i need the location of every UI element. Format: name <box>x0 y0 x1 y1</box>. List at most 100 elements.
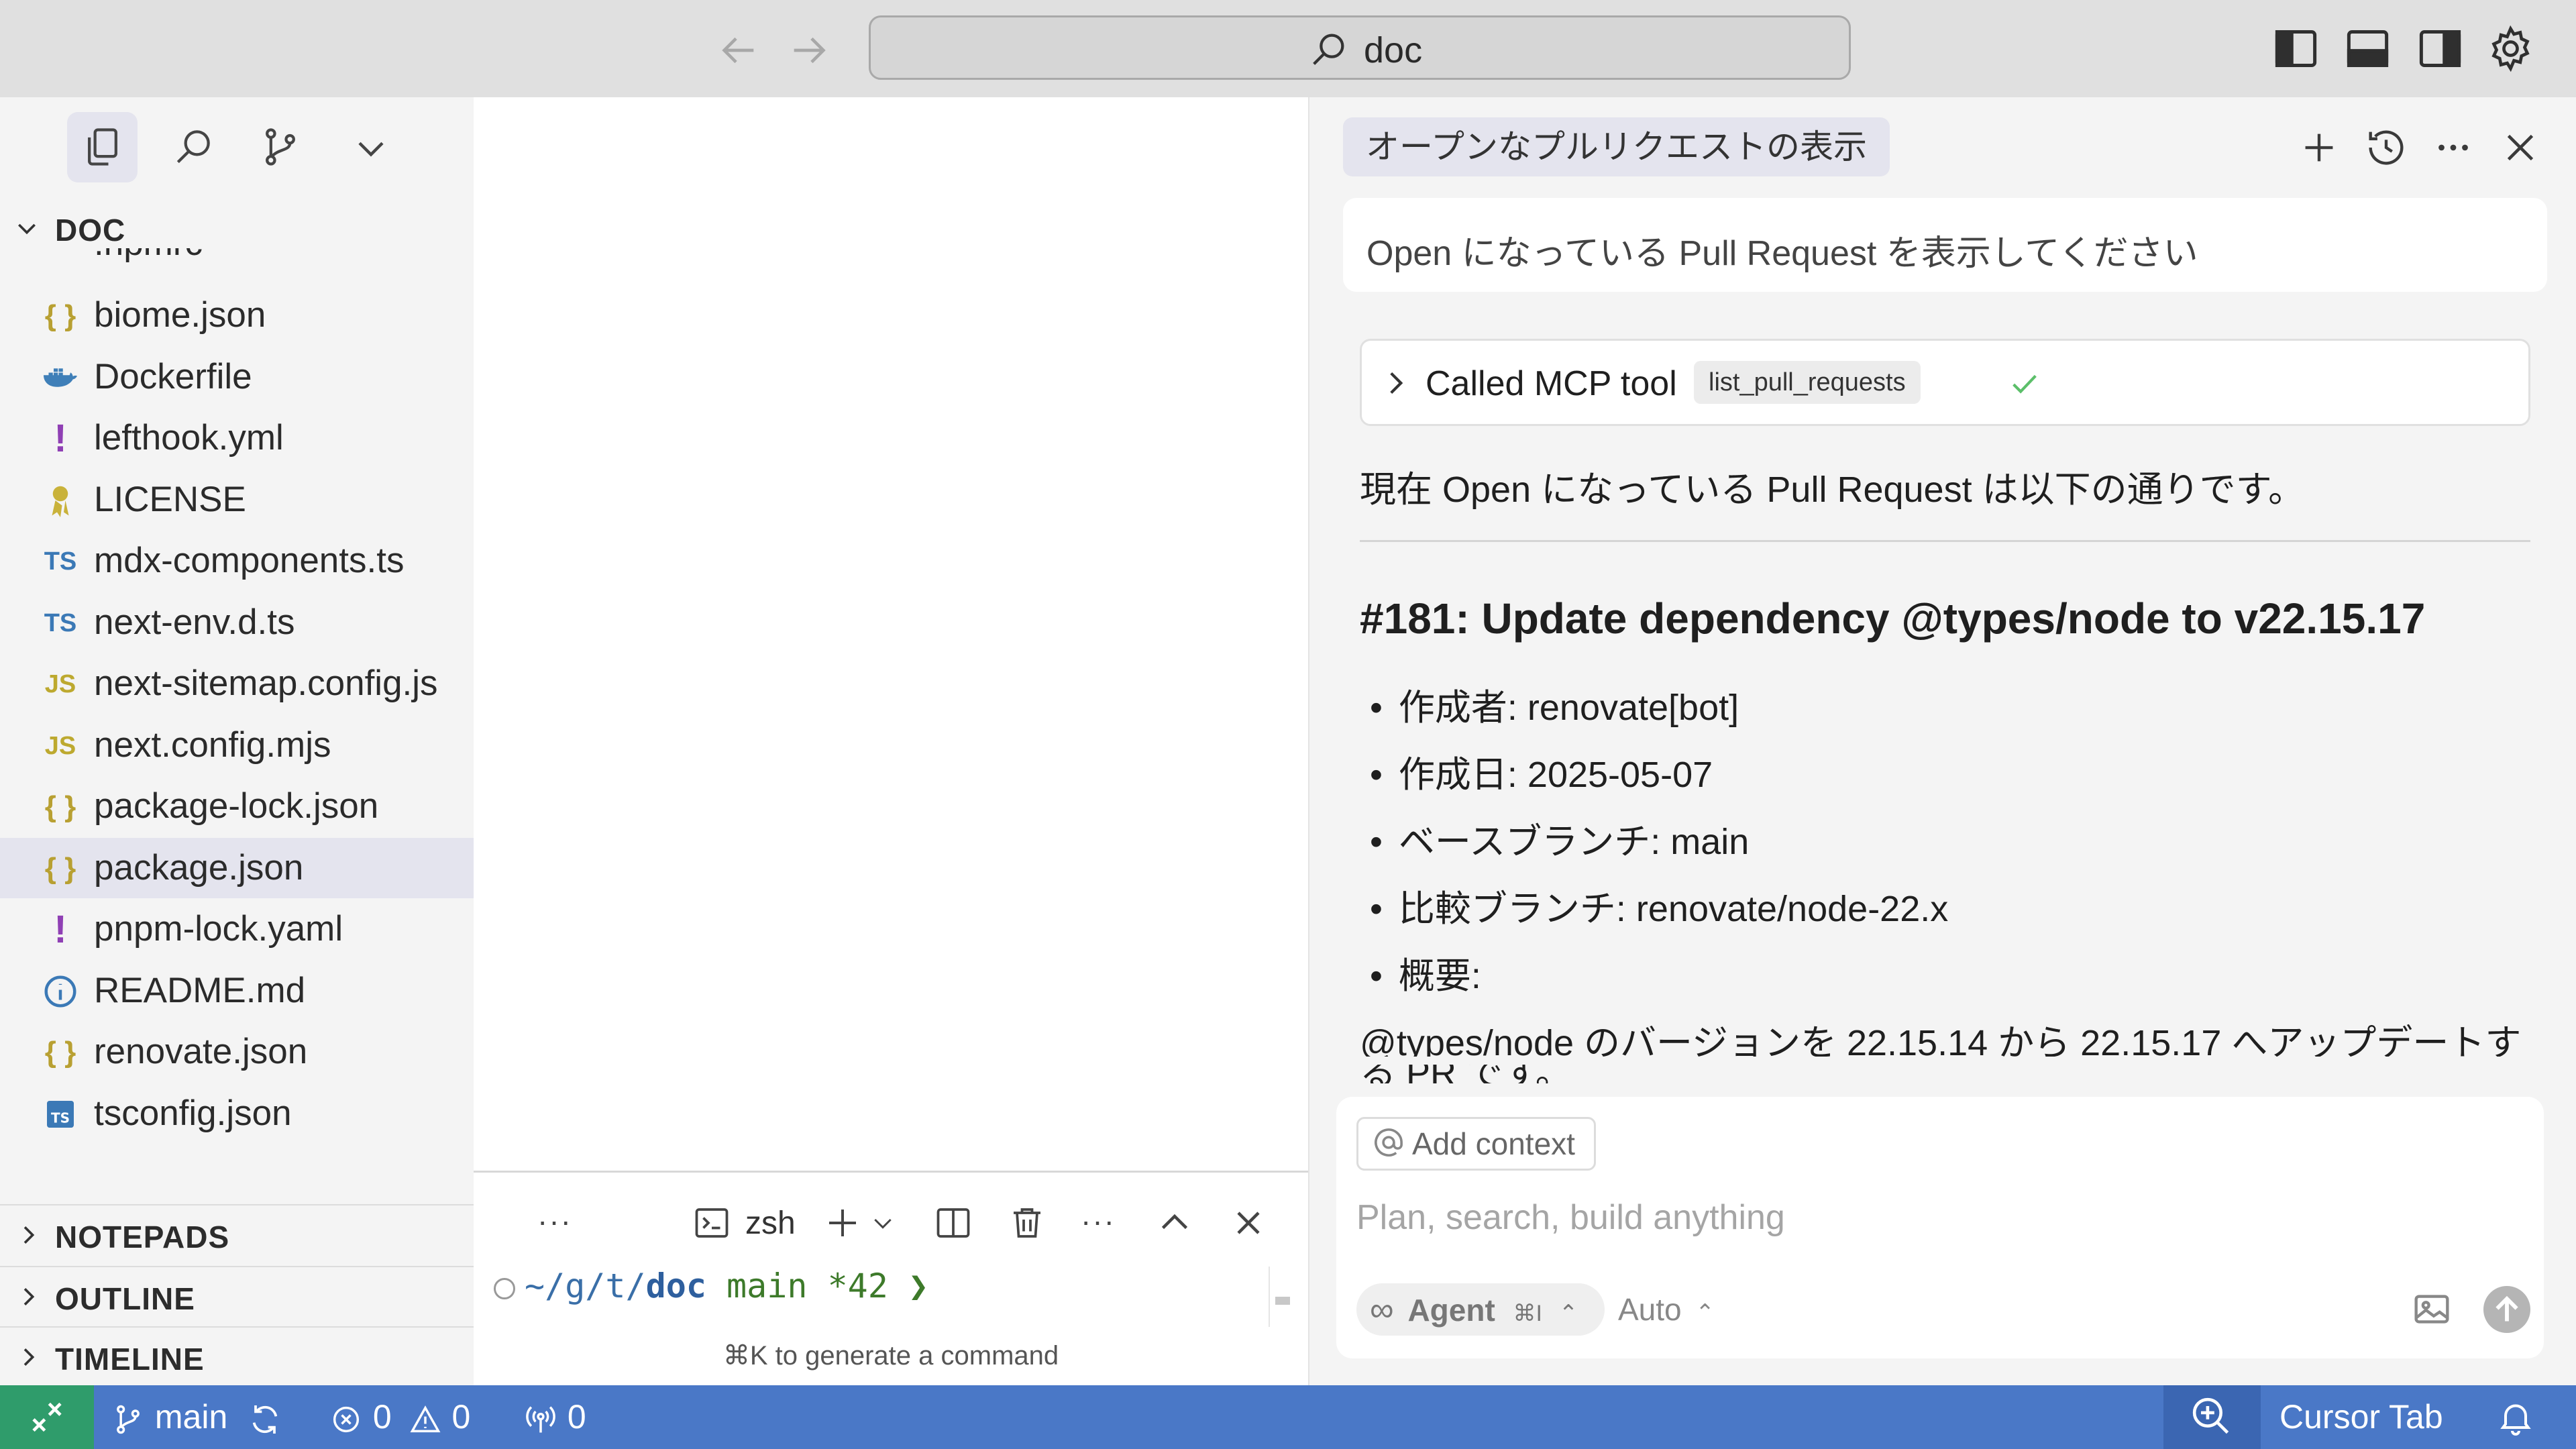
doc-section-header[interactable]: DOC <box>0 201 474 255</box>
sync-icon <box>246 1401 284 1438</box>
arrow-up-icon <box>2496 1295 2518 1322</box>
model-label: Auto <box>1618 1292 1682 1327</box>
pr-author: 作成者: renovate[bot] <box>1370 678 1739 731</box>
prompt-status-circle-icon <box>494 1277 515 1299</box>
info-icon <box>40 971 80 1012</box>
user-message[interactable]: Open になっている Pull Request を表示してください <box>1343 198 2547 292</box>
divider <box>1360 540 2530 542</box>
terminal-scrollbar[interactable] <box>1269 1267 1307 1327</box>
ports-status[interactable]: 0 <box>523 1385 586 1449</box>
close-chat-icon[interactable] <box>2497 124 2544 171</box>
broadcast-antenna-icon <box>523 1402 558 1437</box>
file-row[interactable]: TS mdx-components.ts <box>0 531 474 591</box>
mcp-tool-call-card[interactable]: Called MCP tool list_pull_requests <box>1360 339 2530 426</box>
file-name: next-env.d.ts <box>94 602 295 642</box>
file-row[interactable]: JS next-sitemap.config.js <box>0 653 474 714</box>
terminal-prompt[interactable]: ~/g/t/doc main *42 ❯ <box>494 1267 928 1305</box>
file-name: package.json <box>94 847 304 888</box>
terminal-icon <box>692 1203 732 1243</box>
pr-summary: @types/node のバージョンを 22.15.14 から 22.15.17… <box>1360 1023 2522 1057</box>
explorer-files-icon[interactable] <box>67 112 138 182</box>
status-bar: main 0 0 0 Cursor Tab <box>0 1385 2576 1449</box>
toggle-panel-icon[interactable] <box>2343 23 2393 74</box>
add-context-button[interactable]: Add context <box>1356 1117 1596 1171</box>
cursor-tab-status[interactable]: Cursor Tab <box>2279 1385 2443 1449</box>
shell-name[interactable]: zsh <box>745 1205 796 1242</box>
maximize-panel-chevron-up-icon[interactable] <box>1155 1203 1195 1243</box>
file-row[interactable]: JS next.config.mjs <box>0 715 474 775</box>
chevron-right-icon <box>15 1344 42 1371</box>
terminal-dropdown-chevron-icon[interactable] <box>869 1203 896 1243</box>
yaml-file-icon: ! <box>54 417 67 460</box>
file-row[interactable]: TS tsconfig.json <box>0 1083 474 1144</box>
pr-summary-heading: 概要: <box>1370 946 1481 999</box>
chevron-right-icon <box>1379 366 1412 400</box>
remote-indicator-icon[interactable] <box>0 1385 94 1449</box>
command-center-search[interactable]: doc <box>869 15 1851 80</box>
chat-input-box[interactable]: Add context Plan, search, build anything… <box>1336 1097 2544 1358</box>
file-name: Dockerfile <box>94 356 252 396</box>
tool-name-badge: list_pull_requests <box>1694 361 1921 404</box>
send-button[interactable] <box>2483 1286 2530 1333</box>
chat-history-icon[interactable] <box>2363 124 2410 171</box>
file-row[interactable]: { } biome.json <box>0 285 474 345</box>
add-context-label: Add context <box>1412 1126 1575 1161</box>
new-terminal-plus-icon[interactable] <box>822 1203 863 1243</box>
search-icon[interactable] <box>158 112 228 182</box>
file-row[interactable]: ! lefthook.yml <box>0 408 474 468</box>
chevron-right-icon <box>15 1283 42 1310</box>
kill-terminal-trash-icon[interactable] <box>1007 1203 1047 1243</box>
back-arrow-icon[interactable] <box>714 27 761 74</box>
editor-area[interactable] <box>474 97 1308 1171</box>
problems-status[interactable]: 0 0 <box>329 1385 470 1449</box>
chat-tab-title[interactable]: オープンなプルリクエストの表示 <box>1343 117 1890 176</box>
file-row[interactable]: TS next-env.d.ts <box>0 592 474 653</box>
forward-arrow-icon[interactable] <box>786 27 833 74</box>
outline-section[interactable]: OUTLINE <box>0 1266 474 1328</box>
file-row[interactable]: { } package-lock.json <box>0 776 474 837</box>
split-terminal-icon[interactable] <box>933 1203 973 1243</box>
new-chat-plus-icon[interactable] <box>2296 124 2343 171</box>
javascript-file-icon: JS <box>44 670 76 698</box>
file-name: LICENSE <box>94 479 246 519</box>
file-row[interactable]: { } package.json <box>0 837 474 898</box>
docker-whale-icon <box>40 358 80 398</box>
file-row[interactable]: { } renovate.json <box>0 1022 474 1082</box>
toggle-secondary-sidebar-icon[interactable] <box>2415 23 2465 74</box>
file-name: tsconfig.json <box>94 1093 292 1133</box>
zoom-magnifier-icon[interactable] <box>2163 1385 2261 1449</box>
chat-more-icon[interactable] <box>2430 124 2477 171</box>
file-row[interactable]: Dockerfile <box>0 347 474 407</box>
terminal-more-right[interactable]: ··· <box>1081 1203 1116 1243</box>
typescript-file-icon: TS <box>44 608 77 637</box>
pr-compare-branch: 比較ブランチ: renovate/node-22.x <box>1370 879 1948 932</box>
notifications-bell-icon[interactable] <box>2496 1397 2536 1438</box>
at-sign-icon <box>1371 1124 1407 1161</box>
prompt-branch: main <box>727 1267 808 1305</box>
branch-status[interactable]: main <box>111 1385 284 1449</box>
source-control-icon[interactable] <box>245 112 315 182</box>
notepads-section[interactable]: NOTEPADS <box>0 1204 474 1266</box>
terminal-hint: ⌘K to generate a command <box>722 1341 1059 1371</box>
model-selector[interactable]: Auto ⌃ <box>1618 1283 1715 1339</box>
file-row[interactable]: README.md <box>0 961 474 1021</box>
search-text: doc <box>1364 30 1423 70</box>
close-panel-icon[interactable] <box>1228 1203 1269 1243</box>
agent-mode-selector[interactable]: ∞ Agent ⌘I ⌃ <box>1356 1283 1605 1336</box>
typescript-file-icon: TS <box>44 547 77 576</box>
settings-gear-icon[interactable] <box>2485 23 2536 74</box>
file-row[interactable]: LICENSE <box>0 470 474 530</box>
toggle-primary-sidebar-icon[interactable] <box>2271 23 2321 74</box>
more-views-chevron-down-icon[interactable] <box>335 112 406 182</box>
yaml-file-icon: ! <box>54 908 67 951</box>
timeline-section[interactable]: TIMELINE <box>0 1326 474 1388</box>
svg-text:TS: TS <box>51 1110 70 1126</box>
pr-base-branch: ベースブランチ: main <box>1370 812 1749 865</box>
file-row-partial[interactable]: .npmrc <box>0 248 474 271</box>
terminal-more-left[interactable]: ··· <box>537 1203 572 1243</box>
chat-input-placeholder[interactable]: Plan, search, build anything <box>1356 1197 1785 1238</box>
explorer-sidebar: DOC .npmrc { } biome.json Dockerfile ! lefth… <box>0 97 475 1385</box>
attach-image-icon[interactable] <box>2408 1285 2455 1332</box>
file-name: package-lock.json <box>94 786 379 826</box>
file-row[interactable]: ! pnpm-lock.yaml <box>0 899 474 959</box>
